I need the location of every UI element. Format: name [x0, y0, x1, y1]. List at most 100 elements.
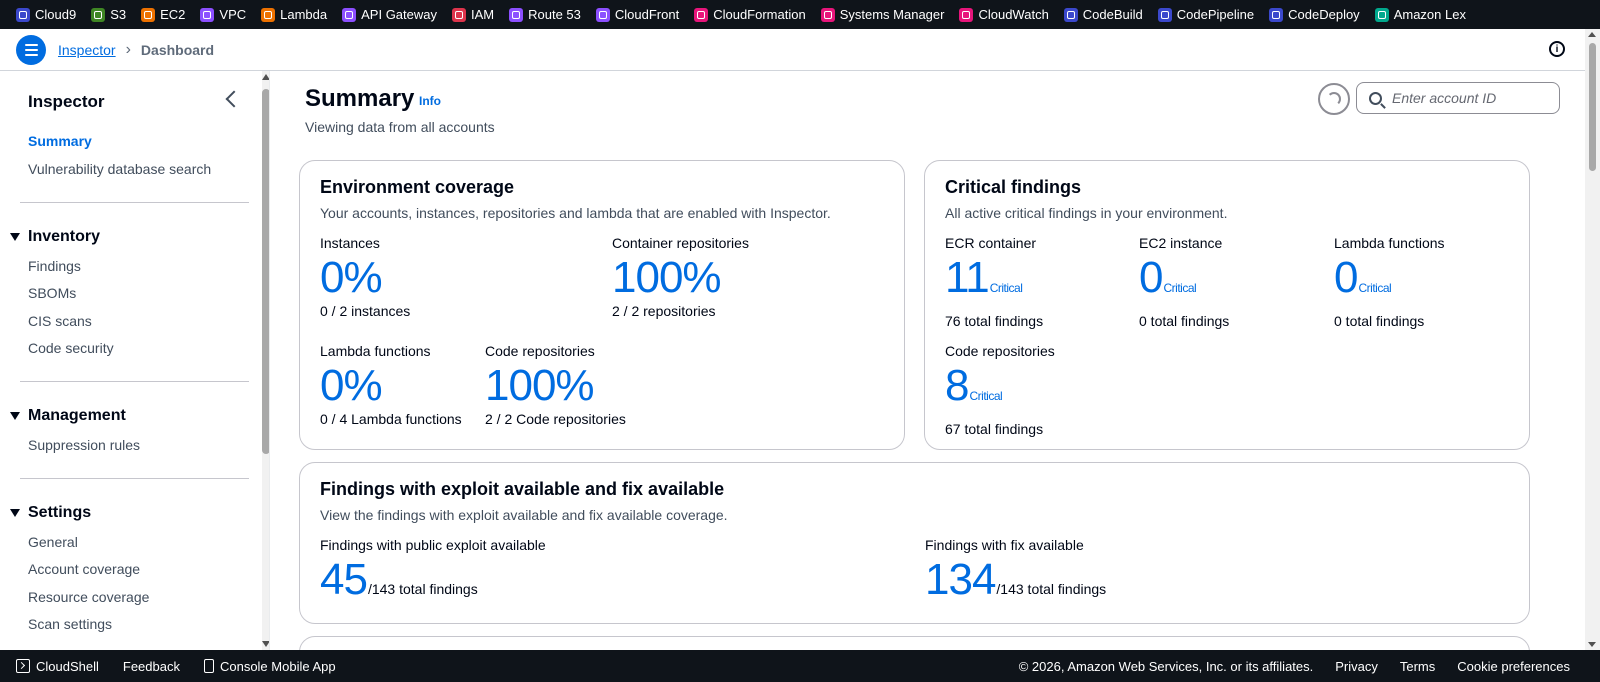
sidebar-divider	[20, 381, 249, 382]
sidebar-item-vulnerability-search[interactable]: Vulnerability database search	[28, 161, 211, 177]
sidebar-item-summary[interactable]: Summary	[28, 133, 92, 149]
phone-icon	[203, 659, 214, 673]
metric-value[interactable]: 0 Critical	[1334, 253, 1445, 313]
api-gateway-icon	[342, 7, 357, 22]
metric-value[interactable]: 0%	[320, 253, 410, 303]
service-api-gateway[interactable]: API Gateway	[342, 7, 437, 22]
vpc-icon	[200, 7, 215, 22]
metric-value[interactable]: 11 Critical	[945, 253, 1043, 313]
sidebar-scroll-thumb[interactable]	[262, 89, 269, 454]
service-lex[interactable]: Amazon Lex	[1374, 7, 1466, 22]
info-icon[interactable]: i	[1549, 41, 1565, 57]
collapse-sidebar-icon[interactable]	[225, 90, 243, 108]
sidebar-divider	[20, 478, 249, 479]
cloud9-icon	[16, 7, 30, 22]
sidebar-divider	[20, 202, 249, 203]
info-link[interactable]: Info	[419, 94, 441, 108]
service-cloud9[interactable]: Cloud9	[16, 7, 76, 22]
metric-value[interactable]: 0 Critical	[1139, 253, 1229, 313]
cloudwatch-icon	[959, 7, 974, 22]
metric-value[interactable]: 100%	[612, 253, 749, 303]
cloudshell-button[interactable]: CloudShell	[16, 659, 99, 674]
console-mobile-app-link[interactable]: Console Mobile App	[203, 659, 336, 674]
metric-value[interactable]: 45/143 total findings	[320, 555, 546, 614]
chevron-right-icon: ›	[125, 40, 131, 58]
metric-value[interactable]: 100%	[485, 361, 626, 411]
metric-container-repositories: Container repositories 100% 2 / 2 reposi…	[612, 235, 749, 319]
codebuild-icon	[1063, 7, 1078, 22]
refresh-spinner-icon[interactable]	[1318, 83, 1350, 115]
metric-instances: Instances 0% 0 / 2 instances	[320, 235, 411, 319]
account-search-field[interactable]	[1356, 82, 1560, 114]
metric-value[interactable]: 8 Critical	[945, 361, 1055, 421]
service-iam[interactable]: IAM	[452, 7, 494, 22]
breadcrumb-header: Inspector › Dashboard i	[0, 29, 1585, 71]
lambda-icon	[261, 7, 276, 22]
exploit-fix-card: Findings with exploit available and fix …	[299, 462, 1530, 624]
sidebar-title: Inspector	[28, 92, 105, 111]
hamburger-menu-icon[interactable]	[16, 34, 46, 65]
service-lambda[interactable]: Lambda	[261, 7, 327, 22]
caret-down-icon	[10, 412, 20, 420]
sidebar-section-management[interactable]: Management	[10, 407, 126, 425]
scroll-up-arrow-icon[interactable]	[262, 74, 269, 80]
card-description: All active critical findings in your env…	[945, 205, 1228, 221]
scroll-up-arrow-icon[interactable]	[1588, 32, 1596, 37]
card-title: Critical findings	[945, 177, 1082, 197]
s3-icon	[91, 7, 106, 22]
cloudformation-icon	[694, 7, 709, 22]
metric-value[interactable]: 0%	[320, 361, 462, 411]
sidebar-item-scan-settings[interactable]: Scan settings	[28, 616, 112, 632]
caret-down-icon	[10, 509, 20, 517]
service-cloudformation[interactable]: CloudFormation	[694, 7, 806, 22]
service-cloudwatch[interactable]: CloudWatch	[959, 7, 1049, 22]
sidebar-item-sboms[interactable]: SBOMs	[28, 285, 76, 301]
metric-lambda-functions: Lambda functions 0 Critical 0 total findi…	[1334, 235, 1445, 329]
metric-value[interactable]: 134/143 total findings	[925, 555, 1106, 614]
service-cloudfront[interactable]: CloudFront	[595, 7, 679, 22]
card-description: Your accounts, instances, repositories a…	[320, 205, 831, 221]
service-vpc[interactable]: VPC	[200, 7, 246, 22]
sidebar-item-resource-coverage[interactable]: Resource coverage	[28, 589, 149, 605]
sidebar-item-code-security[interactable]: Code security	[28, 340, 114, 356]
page-title: Summary	[305, 85, 415, 112]
metric-code-repositories: Code repositories 100% 2 / 2 Code reposi…	[485, 343, 626, 427]
route53-icon	[509, 7, 524, 22]
scroll-down-arrow-icon[interactable]	[1588, 642, 1596, 647]
account-id-input[interactable]	[1392, 90, 1552, 106]
breadcrumb-inspector-link[interactable]: Inspector	[58, 42, 116, 58]
page-subtitle: Viewing data from all accounts	[305, 119, 495, 135]
service-codepipeline[interactable]: CodePipeline	[1157, 7, 1254, 22]
service-systems-manager[interactable]: Systems Manager	[820, 7, 944, 22]
sidebar-item-findings[interactable]: Findings	[28, 258, 81, 274]
sidebar-item-general[interactable]: General	[28, 534, 78, 550]
sidebar-item-suppression-rules[interactable]: Suppression rules	[28, 437, 140, 453]
sidebar-item-account-coverage[interactable]: Account coverage	[28, 561, 140, 577]
terms-link[interactable]: Terms	[1400, 659, 1435, 674]
scroll-down-arrow-icon[interactable]	[262, 641, 269, 647]
card-title: Findings with exploit available and fix …	[320, 479, 725, 499]
metric-ecr-container: ECR container 11 Critical 76 total findin…	[945, 235, 1044, 329]
cloudfront-icon	[595, 7, 610, 22]
service-route53[interactable]: Route 53	[509, 7, 581, 22]
metric-public-exploit: Findings with public exploit available 4…	[320, 537, 546, 614]
ec2-icon	[141, 7, 156, 22]
sidebar-section-inventory[interactable]: Inventory	[10, 228, 100, 246]
sidebar-item-cis-scans[interactable]: CIS scans	[28, 313, 92, 329]
breadcrumb-current: Dashboard	[140, 41, 215, 58]
page-scrollbar[interactable]	[1585, 29, 1600, 650]
privacy-link[interactable]: Privacy	[1335, 659, 1378, 674]
service-codedeploy[interactable]: CodeDeploy	[1269, 7, 1360, 22]
page-scroll-thumb[interactable]	[1589, 43, 1596, 171]
feedback-link[interactable]: Feedback	[123, 659, 180, 674]
systems-manager-icon	[820, 7, 835, 22]
card-title: Environment coverage	[320, 177, 515, 197]
iam-icon	[452, 7, 466, 22]
caret-down-icon	[10, 233, 20, 241]
service-codebuild[interactable]: CodeBuild	[1063, 7, 1143, 22]
service-s3[interactable]: S3	[91, 7, 126, 22]
sidebar-scrollbar[interactable]	[262, 71, 269, 650]
sidebar-section-settings[interactable]: Settings	[10, 504, 91, 522]
service-ec2[interactable]: EC2	[141, 7, 185, 22]
cookie-preferences-link[interactable]: Cookie preferences	[1457, 659, 1570, 674]
